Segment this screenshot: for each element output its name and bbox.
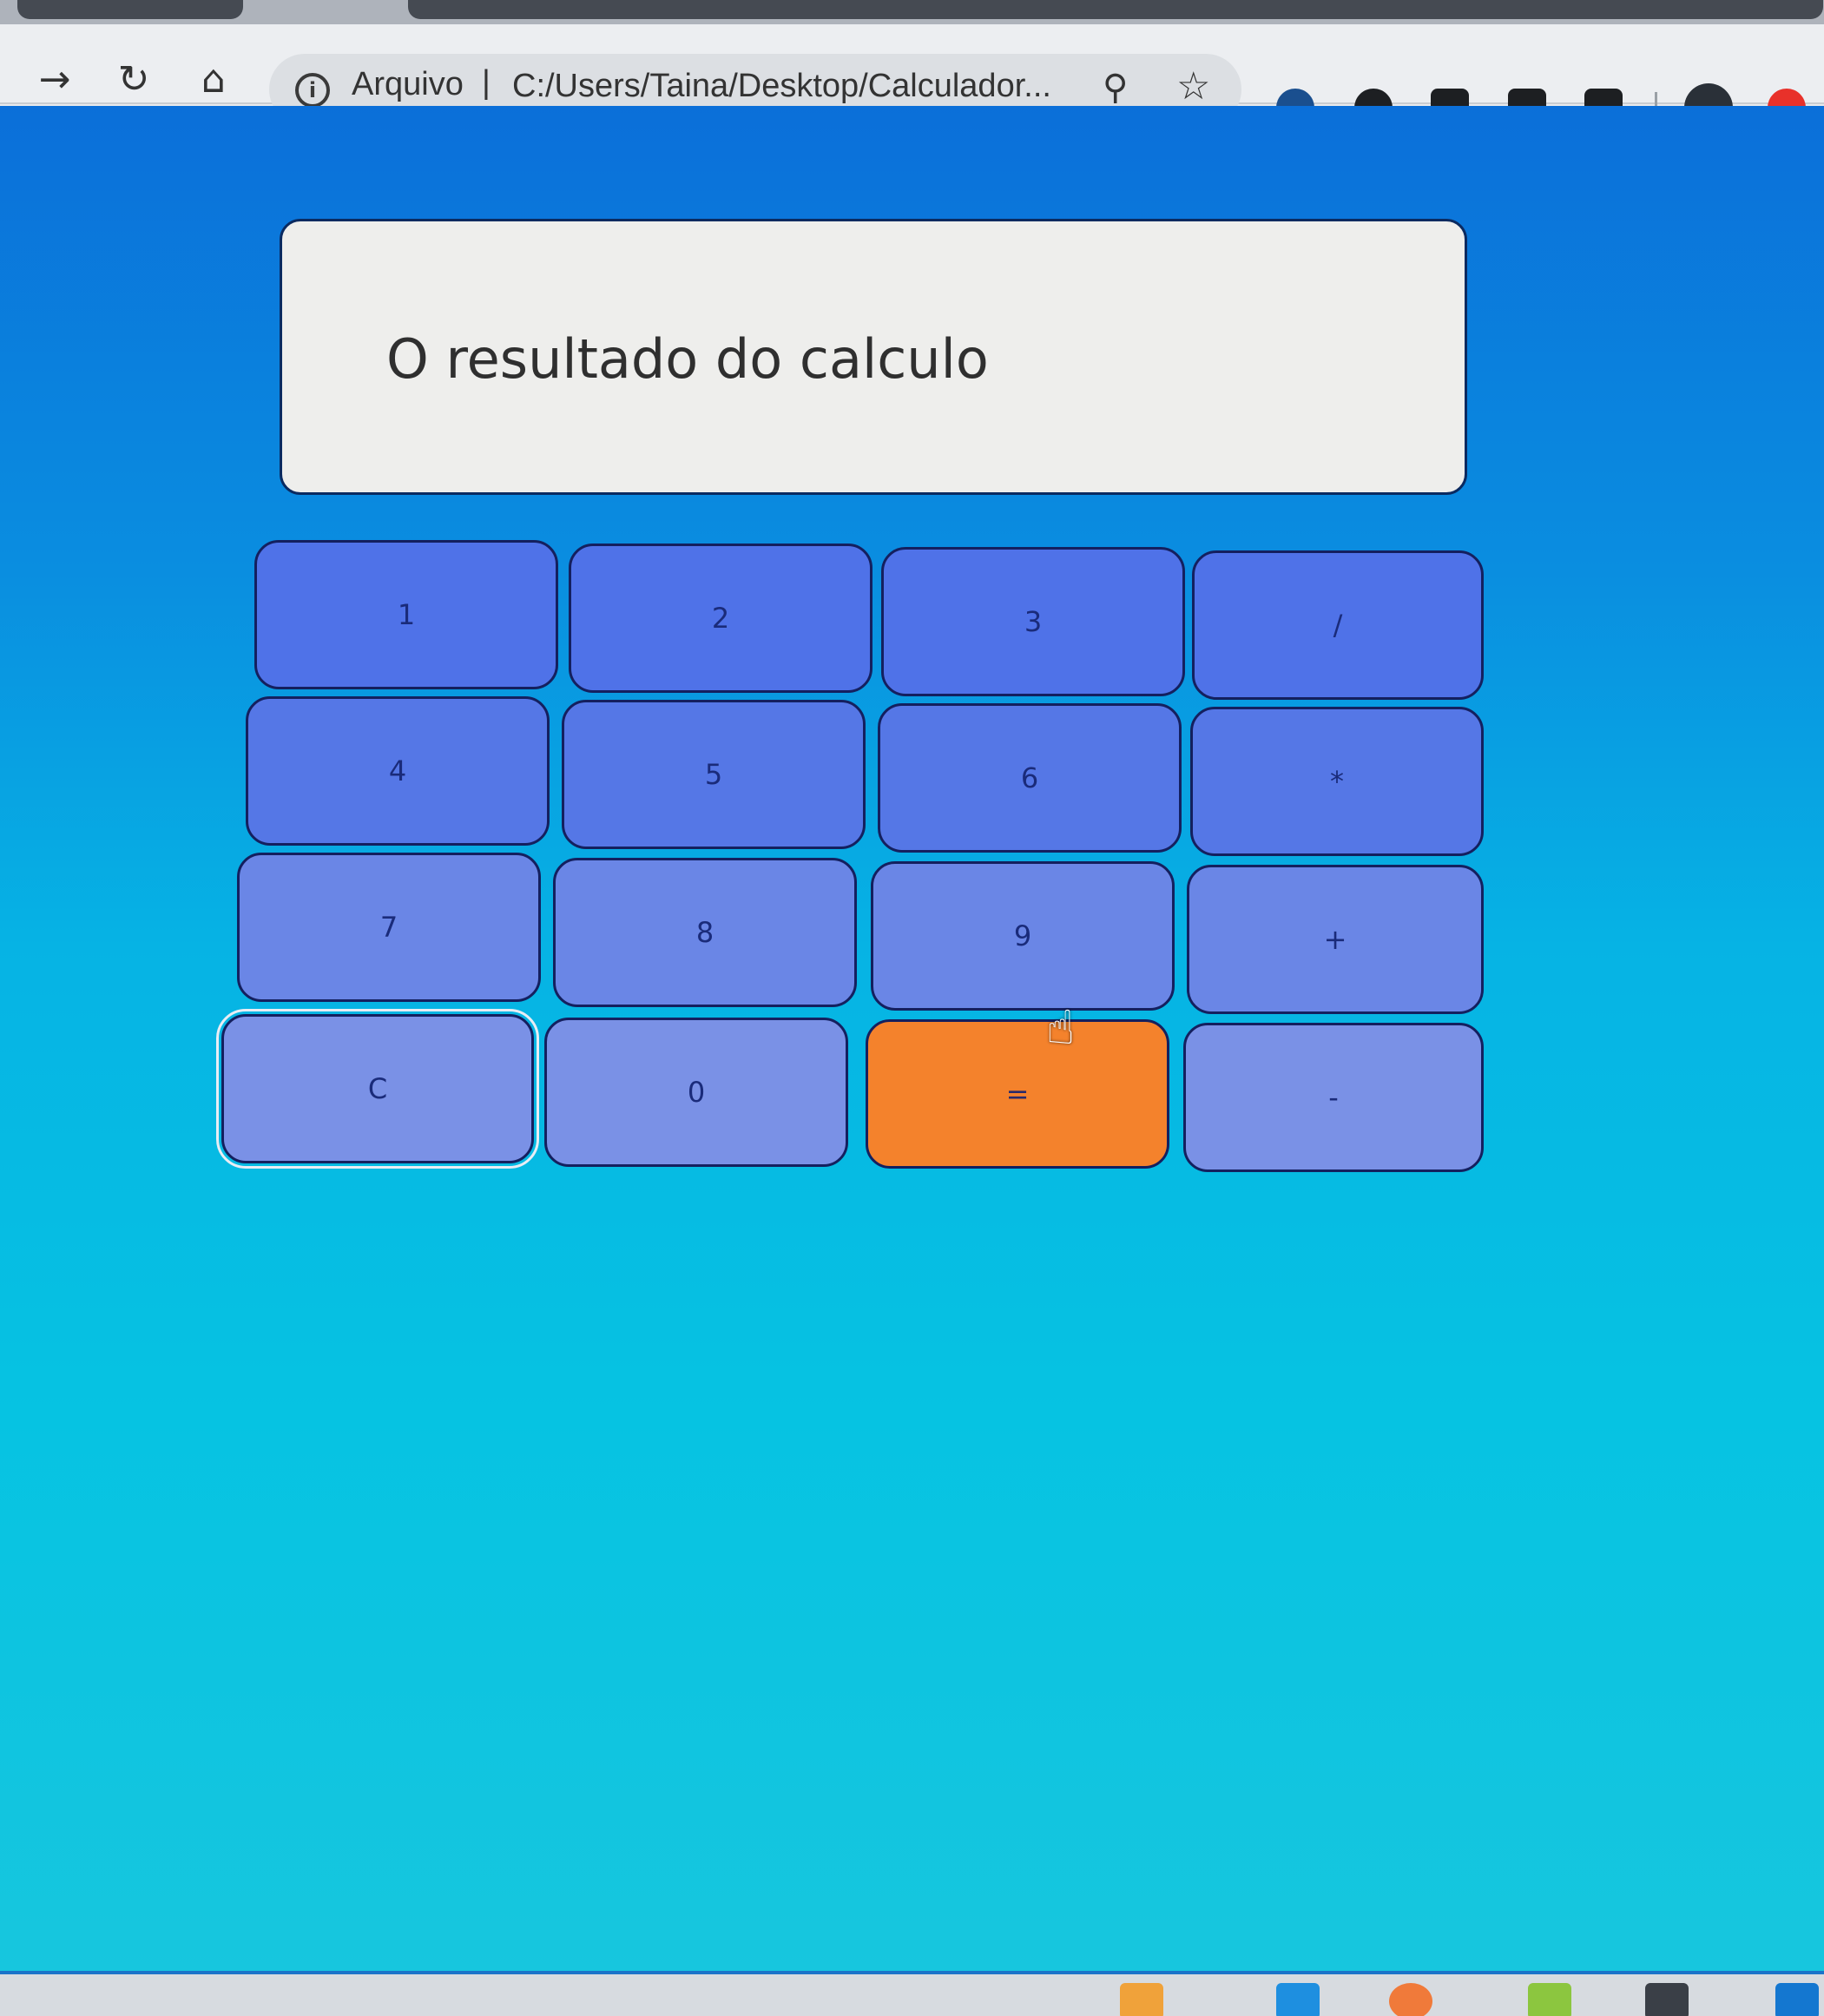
zoom-icon[interactable]: ⚲ bbox=[1103, 68, 1128, 108]
key-6[interactable]: 6 bbox=[878, 703, 1182, 853]
reload-icon[interactable]: ↻ bbox=[109, 56, 158, 104]
forward-arrow-icon[interactable]: → bbox=[30, 56, 79, 104]
folder-icon[interactable] bbox=[1120, 1983, 1163, 2016]
key-equals[interactable]: = bbox=[866, 1019, 1169, 1169]
taskbar-app-icon[interactable] bbox=[1775, 1983, 1819, 2016]
key-8[interactable]: 8 bbox=[553, 858, 857, 1007]
key-clear[interactable]: C bbox=[216, 1009, 539, 1169]
tab-strip bbox=[0, 0, 1824, 24]
taskbar bbox=[0, 1971, 1824, 2016]
key-7[interactable]: 7 bbox=[237, 853, 541, 1002]
result-display: O resultado do calculo bbox=[280, 219, 1467, 495]
star-icon[interactable]: ☆ bbox=[1176, 64, 1210, 109]
info-icon[interactable]: i bbox=[295, 73, 330, 108]
security-label: Arquivo bbox=[352, 66, 464, 102]
browser-tab[interactable] bbox=[408, 0, 1823, 19]
key-minus[interactable]: - bbox=[1183, 1023, 1484, 1172]
key-3[interactable]: 3 bbox=[881, 547, 1185, 696]
key-0[interactable]: 0 bbox=[544, 1018, 848, 1167]
key-divide[interactable]: / bbox=[1192, 550, 1484, 700]
taskbar-app-icon[interactable] bbox=[1389, 1983, 1432, 2016]
taskbar-app-icon[interactable] bbox=[1645, 1983, 1689, 2016]
key-multiply[interactable]: * bbox=[1190, 707, 1484, 856]
taskbar-app-icon[interactable] bbox=[1276, 1983, 1320, 2016]
result-text: O resultado do calculo bbox=[386, 327, 989, 391]
page-content: O resultado do calculo 1 2 3 / 4 5 6 * 7… bbox=[0, 106, 1824, 1971]
key-2[interactable]: 2 bbox=[569, 544, 872, 693]
key-9[interactable]: 9 bbox=[871, 861, 1175, 1011]
keypad: 1 2 3 / 4 5 6 * 7 8 9 + C 0 = - bbox=[216, 540, 1485, 1287]
home-icon[interactable]: ⌂ bbox=[189, 56, 238, 104]
taskbar-app-icon[interactable] bbox=[1528, 1983, 1571, 2016]
pointer-cursor-icon: ☝ bbox=[1046, 1000, 1075, 1055]
key-1[interactable]: 1 bbox=[254, 540, 558, 689]
browser-toolbar: → ↻ ⌂ i Arquivo | C:/Users/Taina/Desktop… bbox=[0, 24, 1824, 132]
key-plus[interactable]: + bbox=[1187, 865, 1484, 1014]
key-5[interactable]: 5 bbox=[562, 700, 866, 849]
key-4[interactable]: 4 bbox=[246, 696, 550, 846]
omnibox-separator: | bbox=[482, 64, 491, 101]
url-text[interactable]: C:/Users/Taina/Desktop/Calculador... bbox=[512, 68, 1051, 105]
browser-tab[interactable] bbox=[17, 0, 243, 19]
